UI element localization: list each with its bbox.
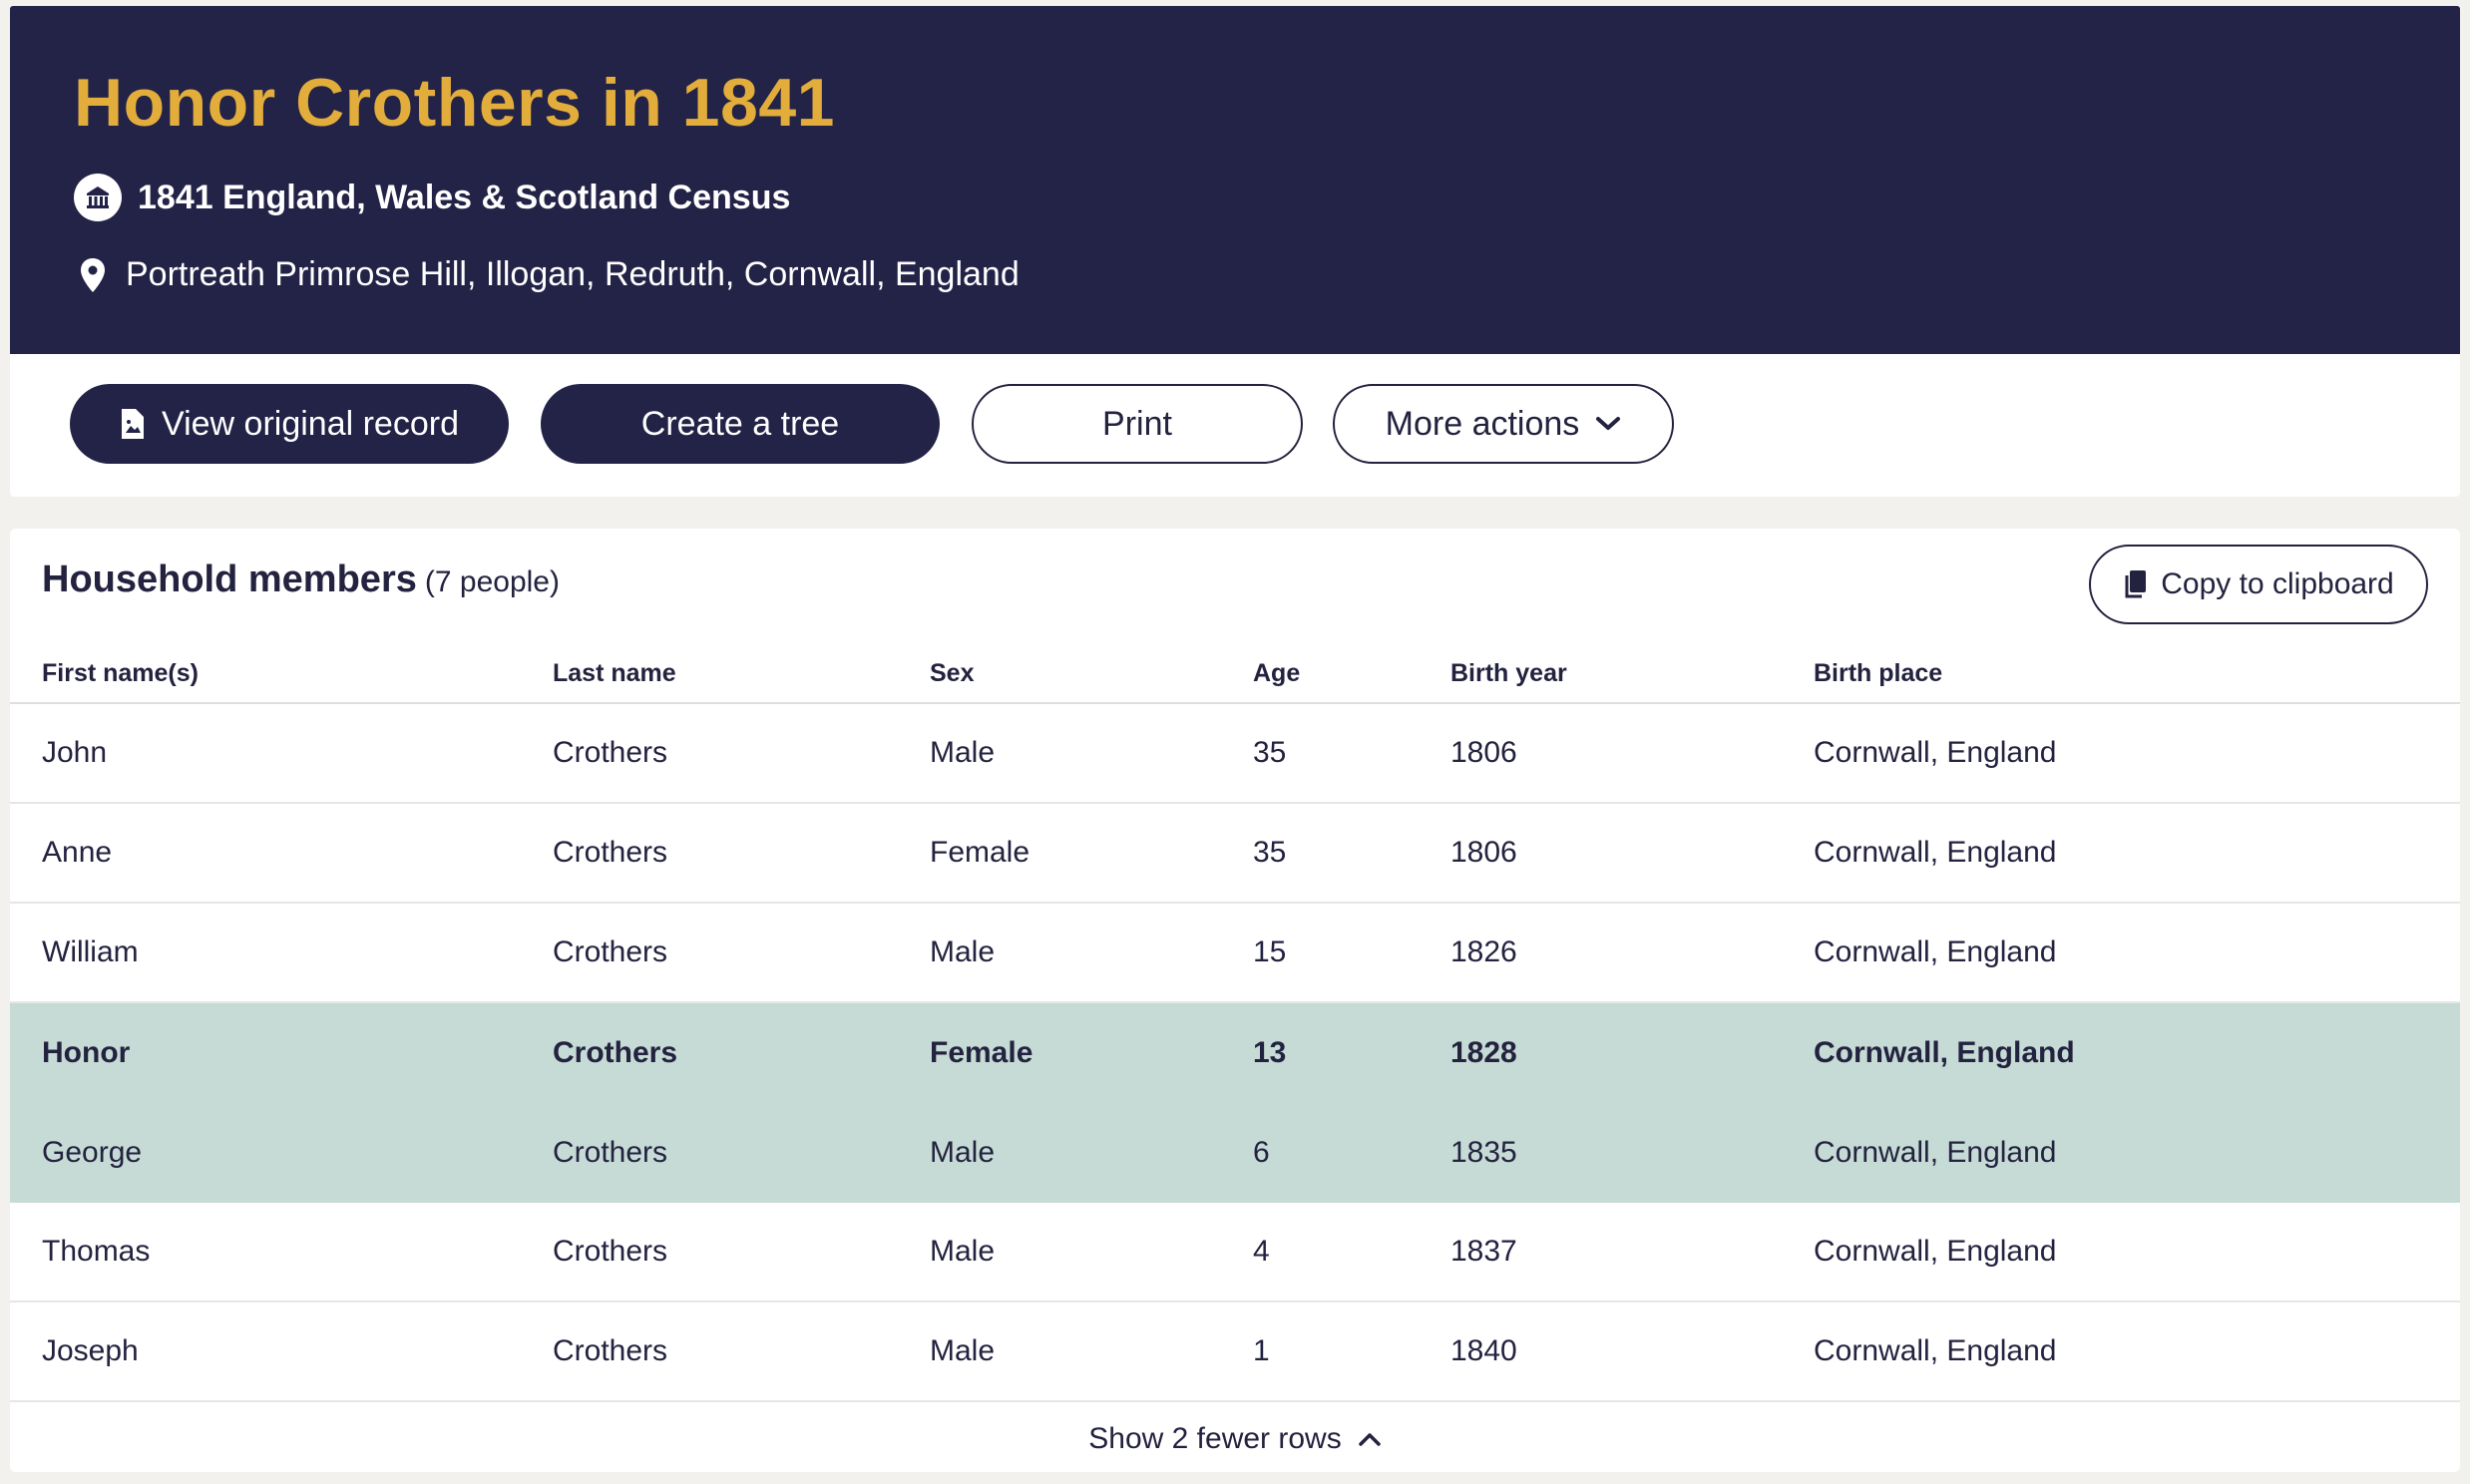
household-table: First name(s) Last name Sex Age Birth ye… <box>10 644 2460 1402</box>
age-cell: 15 <box>1253 935 1287 968</box>
sex-cell: Male <box>930 1334 996 1367</box>
print-button[interactable]: Print <box>972 384 1303 464</box>
table-row-selected[interactable]: Honor Crothers Female 13 1828 Cornwall, … <box>10 1003 2460 1103</box>
column-header-age: Age <box>1253 658 1301 687</box>
table-row[interactable]: Anne Crothers Female 35 1806 Cornwall, E… <box>10 804 2460 904</box>
table-row[interactable]: George Crothers Male 6 1835 Cornwall, En… <box>10 1103 2460 1203</box>
show-fewer-rows-button[interactable]: Show 2 fewer rows <box>10 1406 2460 1472</box>
birth-year-cell: 1828 <box>1450 1036 1517 1069</box>
table-row[interactable]: Thomas Crothers Male 4 1837 Cornwall, En… <box>10 1203 2460 1302</box>
column-header-birth-year: Birth year <box>1450 658 1567 687</box>
birth-place-cell: Cornwall, England <box>1814 836 2057 869</box>
birth-place-cell: Cornwall, England <box>1814 1235 2057 1268</box>
view-original-record-label: View original record <box>162 404 459 443</box>
table-header: First name(s) Last name Sex Age Birth ye… <box>10 644 2460 704</box>
last-name-cell: Crothers <box>553 1334 668 1367</box>
age-cell: 35 <box>1253 836 1287 869</box>
first-name-cell: Thomas <box>42 1235 151 1268</box>
first-name-cell: Honor <box>42 1036 131 1069</box>
sex-cell: Male <box>930 1136 996 1169</box>
copy-label: Copy to clipboard <box>2161 567 2394 600</box>
create-tree-button[interactable]: Create a tree <box>541 384 940 464</box>
first-name-cell: John <box>42 736 108 769</box>
birth-place-cell: Cornwall, England <box>1814 1136 2057 1169</box>
age-cell: 4 <box>1253 1235 1270 1268</box>
first-name-cell: Anne <box>42 836 113 869</box>
sex-cell: Female <box>930 836 1030 869</box>
household-members-card: Household members (7 people) Copy to cli… <box>10 529 2460 1472</box>
page-title: Honor Crothers in 1841 <box>74 65 835 141</box>
birth-place-cell: Cornwall, England <box>1814 1036 2075 1069</box>
birth-place-cell: Cornwall, England <box>1814 935 2057 968</box>
copy-icon <box>2123 569 2147 599</box>
collection-row: 1841 England, Wales & Scotland Census <box>74 174 790 221</box>
building-icon <box>74 174 122 221</box>
last-name-cell: Crothers <box>553 736 668 769</box>
age-cell: 1 <box>1253 1334 1270 1367</box>
first-name-cell: Joseph <box>42 1334 139 1367</box>
sex-cell: Female <box>930 1036 1033 1069</box>
last-name-cell: Crothers <box>553 1036 678 1069</box>
chevron-down-icon <box>1595 416 1621 432</box>
actions-bar: View original record Create a tree Print… <box>10 354 2460 497</box>
column-header-sex: Sex <box>930 658 975 687</box>
print-label: Print <box>1102 404 1172 443</box>
sex-cell: Male <box>930 935 996 968</box>
create-tree-label: Create a tree <box>640 404 840 443</box>
birth-year-cell: 1806 <box>1450 836 1517 869</box>
more-actions-button[interactable]: More actions <box>1333 384 1674 464</box>
collection-name: 1841 England, Wales & Scotland Census <box>138 178 791 216</box>
column-header-last-name: Last name <box>553 658 676 687</box>
sex-cell: Male <box>930 1235 996 1268</box>
column-header-birth-place: Birth place <box>1814 658 1943 687</box>
last-name-cell: Crothers <box>553 935 668 968</box>
document-image-icon <box>120 408 146 440</box>
age-cell: 35 <box>1253 736 1287 769</box>
birth-year-cell: 1826 <box>1450 935 1517 968</box>
last-name-cell: Crothers <box>553 1136 668 1169</box>
place-row: Portreath Primrose Hill, Illogan, Redrut… <box>80 255 1020 294</box>
chevron-up-icon <box>1358 1431 1382 1447</box>
record-header: Honor Crothers in 1841 1841 England, Wal… <box>10 6 2460 354</box>
record-place: Portreath Primrose Hill, Illogan, Redrut… <box>126 255 1020 293</box>
last-name-cell: Crothers <box>553 1235 668 1268</box>
first-name-cell: William <box>42 935 139 968</box>
table-row[interactable]: William Crothers Male 15 1826 Cornwall, … <box>10 904 2460 1003</box>
people-count: (7 people) <box>424 565 560 598</box>
table-row[interactable]: John Crothers Male 35 1806 Cornwall, Eng… <box>10 704 2460 804</box>
birth-year-cell: 1806 <box>1450 736 1517 769</box>
table-row[interactable]: Joseph Crothers Male 1 1840 Cornwall, En… <box>10 1302 2460 1402</box>
birth-year-cell: 1837 <box>1450 1235 1517 1268</box>
age-cell: 13 <box>1253 1036 1287 1069</box>
show-fewer-rows-label: Show 2 fewer rows <box>1088 1422 1342 1455</box>
section-heading: Household members <box>42 558 417 600</box>
first-name-cell: George <box>42 1136 143 1169</box>
more-actions-label: More actions <box>1385 404 1580 443</box>
view-original-record-button[interactable]: View original record <box>70 384 509 464</box>
column-header-first-name: First name(s) <box>42 658 199 687</box>
birth-year-cell: 1840 <box>1450 1334 1517 1367</box>
last-name-cell: Crothers <box>553 836 668 869</box>
birth-place-cell: Cornwall, England <box>1814 736 2057 769</box>
location-pin-icon <box>80 257 106 293</box>
household-members-title: Household members (7 people) <box>42 558 560 601</box>
birth-place-cell: Cornwall, England <box>1814 1334 2057 1367</box>
birth-year-cell: 1835 <box>1450 1136 1517 1169</box>
copy-to-clipboard-button[interactable]: Copy to clipboard <box>2089 545 2428 624</box>
age-cell: 6 <box>1253 1136 1270 1169</box>
sex-cell: Male <box>930 736 996 769</box>
